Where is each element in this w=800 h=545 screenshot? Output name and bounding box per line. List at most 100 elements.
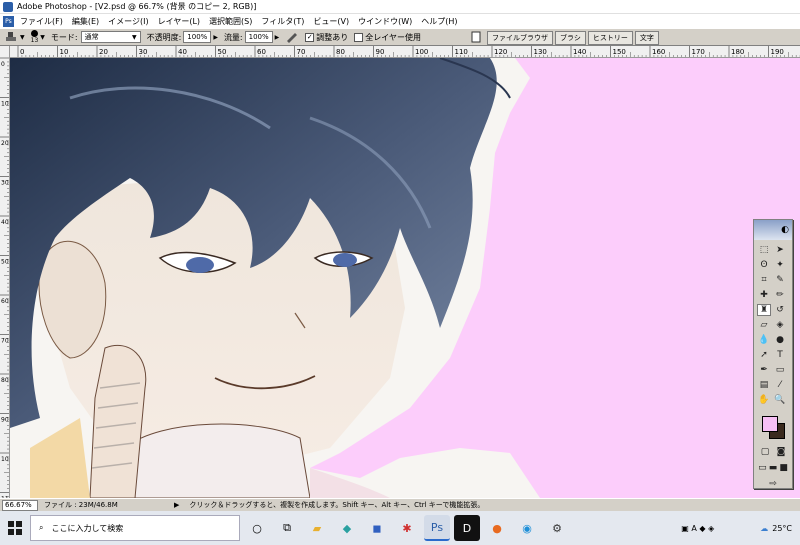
toolbox-header[interactable]: ◐ [754, 220, 792, 240]
pen-tool-icon[interactable]: ✒ [757, 364, 771, 376]
tab-brushes[interactable]: ブラシ [555, 31, 586, 45]
quick-mask-icon[interactable]: ◙ [774, 446, 788, 458]
tab-character[interactable]: 文字 [634, 31, 659, 45]
ruler-tick-label: 170 [692, 48, 705, 56]
app-icon-red[interactable]: ✱ [394, 515, 420, 541]
lasso-tool-icon[interactable]: ʘ [757, 259, 771, 271]
tool-preset-picker[interactable]: ▼ [4, 31, 25, 43]
history-brush-tool-icon[interactable]: ↺ [773, 304, 787, 316]
airbrush-toggle[interactable] [285, 31, 299, 43]
brush-picker[interactable]: 13 ▼ [31, 29, 45, 45]
menu-file[interactable]: ファイル(F) [20, 16, 63, 27]
airbrush-icon [287, 33, 298, 43]
palette-well-toggle[interactable] [470, 31, 482, 46]
menu-help[interactable]: ヘルプ(H) [421, 16, 457, 27]
windows-start-button[interactable] [0, 511, 30, 545]
clone-stamp-tool-icon[interactable]: ♜ [757, 304, 771, 316]
flow-value: 100% [248, 33, 269, 41]
screen-mode-row: ▭ ▬ ■ [754, 460, 792, 476]
weather-icon[interactable]: ☁ [760, 524, 768, 533]
windows-taskbar: ⌕ ここに入力して検索 ○ ⧉ ▰ ◆ ◼ ✱ Ps D ● ◉ ⚙ ▣ A ◆… [0, 511, 800, 545]
zoom-field[interactable]: 66.67% [2, 499, 38, 511]
document-size[interactable]: ファイル : 23M/46.8M [44, 500, 174, 510]
status-hint: クリック＆ドラッグすると、複製を作成します。Shift キー、Alt キー、Ct… [189, 501, 485, 509]
magic-wand-tool-icon[interactable]: ✦ [773, 259, 787, 271]
photoshop-menu-icon[interactable]: Ps [3, 15, 14, 27]
blur-tool-icon[interactable]: 💧 [757, 334, 771, 346]
opacity-slider-arrow-icon[interactable]: ▶ [213, 34, 218, 41]
opacity-input[interactable]: 100% [183, 31, 212, 43]
flow-slider-arrow-icon[interactable]: ▶ [275, 34, 280, 41]
foreground-color-swatch[interactable] [762, 416, 778, 432]
notes-tool-icon[interactable]: ▤ [757, 379, 771, 391]
ruler-tick-label: 20 [99, 48, 108, 56]
horizontal-ruler[interactable]: 0 10 20 30 40 50 60 70 80 90 100 110 120 130 140 150 160… [10, 46, 800, 58]
app-icon-d[interactable]: D [454, 515, 480, 541]
status-arrow-icon[interactable]: ▶ [174, 501, 179, 509]
palette-well: ファイルブラウザ ブラシ ヒストリー 文字 [487, 31, 661, 45]
standard-mode-icon[interactable]: ▢ [758, 446, 772, 458]
title-bar: Adobe Photoshop - [V2.psd @ 66.7% (背景 のコ… [0, 0, 800, 14]
ruler-tick-label: 60 [257, 48, 266, 56]
tray-apps-icons[interactable]: ▣ A ◆ ◈ [681, 524, 714, 533]
document-canvas[interactable] [10, 58, 800, 498]
menu-edit[interactable]: 編集(E) [72, 16, 99, 27]
move-tool-icon[interactable]: ➤ [773, 244, 787, 256]
toolbox-palette: ◐ ⬚ ➤ ʘ ✦ ⌗ ✎ ✚ ✏ ♜ ↺ ▱ ◈ 💧 ● ➚ T ✒ ▭ ▤ ⁄ ✋ 🔍 ▢ ◙ ▭ ▬ ■ ⇨ [753, 219, 793, 489]
menu-filter[interactable]: フィルタ(T) [261, 16, 304, 27]
all-layers-checkbox[interactable]: 全レイヤー使用 [354, 32, 421, 43]
hand-tool-icon[interactable]: ✋ [757, 394, 771, 406]
zoom-tool-icon[interactable]: 🔍 [773, 394, 787, 406]
weather-temp[interactable]: 25°C [772, 524, 792, 533]
color-swatches [757, 414, 789, 440]
cortana-icon[interactable]: ○ [244, 515, 270, 541]
vertical-ruler[interactable]: 0102030405060708090100110 [0, 46, 10, 498]
menu-image[interactable]: イメージ(I) [108, 16, 148, 27]
ruler-tick-label: 70 [297, 48, 306, 56]
photoshop-taskbar-icon[interactable]: Ps [424, 515, 450, 541]
eyedropper-tool-icon[interactable]: ⁄ [773, 379, 787, 391]
ruler-tick-label: 100 [1, 456, 10, 463]
task-view-icon[interactable]: ⧉ [274, 515, 300, 541]
type-tool-icon[interactable]: T [773, 349, 787, 361]
crop-tool-icon[interactable]: ⌗ [757, 274, 771, 286]
healing-brush-tool-icon[interactable]: ✚ [757, 289, 771, 301]
tab-history[interactable]: ヒストリー [587, 31, 633, 45]
brush-tool-icon[interactable]: ✏ [773, 289, 787, 301]
mode-select[interactable]: 通常 ▼ [80, 31, 141, 43]
flow-input[interactable]: 100% [244, 31, 273, 43]
opacity-label: 不透明度: [146, 32, 182, 42]
full-screen-menu-icon[interactable]: ▬ [768, 462, 779, 474]
menu-layer[interactable]: レイヤー(L) [158, 16, 200, 27]
shape-tool-icon[interactable]: ▭ [773, 364, 787, 376]
jump-to-imageready-icon[interactable]: ⇨ [766, 478, 780, 490]
menu-view[interactable]: ビュー(V) [313, 16, 349, 27]
path-selection-tool-icon[interactable]: ➚ [757, 349, 771, 361]
edge-icon[interactable]: ◉ [514, 515, 540, 541]
menu-select[interactable]: 選択範囲(S) [209, 16, 252, 27]
file-explorer-icon[interactable]: ▰ [304, 515, 330, 541]
slice-tool-icon[interactable]: ✎ [773, 274, 787, 286]
taskbar-search-box[interactable]: ⌕ ここに入力して検索 [30, 515, 240, 541]
marquee-tool-icon[interactable]: ⬚ [757, 244, 771, 256]
tab-file-browser[interactable]: ファイルブラウザ [487, 31, 553, 45]
tool-grid: ⬚ ➤ ʘ ✦ ⌗ ✎ ✚ ✏ ♜ ↺ ▱ ◈ 💧 ● ➚ T ✒ ▭ ▤ ⁄ ✋ 🔍 [754, 240, 792, 410]
menu-window[interactable]: ウインドウ(W) [358, 16, 412, 27]
full-screen-icon[interactable]: ■ [778, 462, 789, 474]
app-icon-blue[interactable]: ◼ [364, 515, 390, 541]
standard-screen-icon[interactable]: ▭ [757, 462, 768, 474]
eraser-tool-icon[interactable]: ▱ [757, 319, 771, 331]
adobe-online-icon[interactable]: ◐ [781, 225, 789, 235]
search-placeholder: ここに入力して検索 [51, 523, 124, 533]
app-icon-gear[interactable]: ⚙ [544, 515, 570, 541]
document-icon [471, 31, 481, 43]
paint-bucket-tool-icon[interactable]: ◈ [773, 319, 787, 331]
ruler-tick-label: 130 [534, 48, 547, 56]
photoshop-app-icon [3, 1, 13, 12]
app-icon-teal[interactable]: ◆ [334, 515, 360, 541]
ruler-tick-label: 100 [415, 48, 428, 56]
aligned-checkbox[interactable]: ✓ 調整あり [305, 32, 348, 43]
dodge-tool-icon[interactable]: ● [773, 334, 787, 346]
firefox-icon[interactable]: ● [484, 515, 510, 541]
ruler-tick-label: 110 [455, 48, 468, 56]
